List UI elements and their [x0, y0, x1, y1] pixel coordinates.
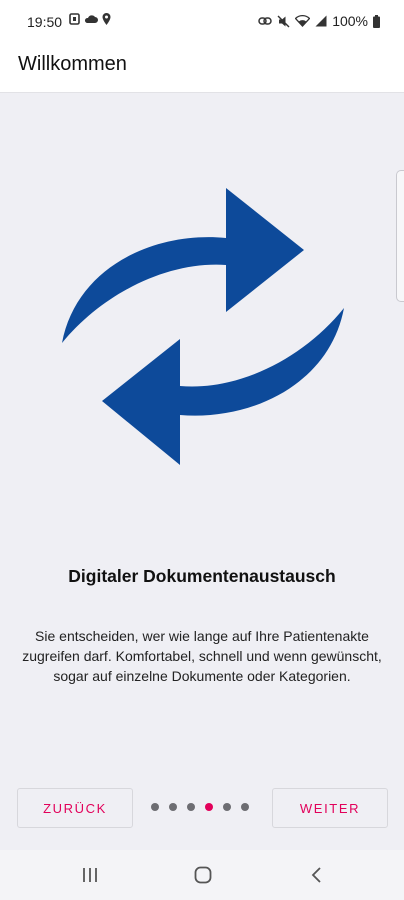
home-icon[interactable]	[194, 866, 212, 884]
battery-icon	[373, 14, 380, 28]
back-button[interactable]: ZURÜCK	[17, 788, 133, 828]
wifi-icon	[295, 15, 311, 27]
status-time: 19:50	[27, 14, 63, 30]
signal-icon	[315, 15, 327, 27]
page-dot-active[interactable]	[205, 803, 213, 811]
scrollbar[interactable]	[396, 170, 404, 302]
status-right-icons: 100%	[258, 13, 380, 29]
status-left-icons	[69, 13, 111, 25]
page-dot[interactable]	[241, 803, 249, 811]
link-icon	[258, 17, 272, 25]
page-dot[interactable]	[187, 803, 195, 811]
page-dot[interactable]	[169, 803, 177, 811]
next-button[interactable]: WEITER	[272, 788, 388, 828]
cloud-icon	[84, 15, 98, 23]
recents-icon[interactable]	[82, 866, 98, 884]
sim-icon	[69, 13, 80, 25]
page-dot[interactable]	[223, 803, 231, 811]
status-bar: 19:50 100%	[0, 0, 404, 44]
page-dot[interactable]	[151, 803, 159, 811]
page-indicator	[151, 803, 249, 811]
battery-percent: 100%	[332, 13, 368, 29]
slide-title: Digitaler Dokumentenaustausch	[68, 566, 336, 586]
page-title: Willkommen	[18, 53, 127, 75]
slide-description: Sie entscheiden, wer wie lange auf Ihre …	[22, 628, 382, 684]
location-pin-icon	[102, 13, 111, 25]
system-navigation-bar	[0, 850, 404, 900]
app-bar: Willkommen	[0, 44, 404, 93]
back-icon[interactable]	[310, 866, 322, 884]
sync-arrows-icon	[62, 188, 344, 465]
mute-icon	[277, 15, 290, 27]
